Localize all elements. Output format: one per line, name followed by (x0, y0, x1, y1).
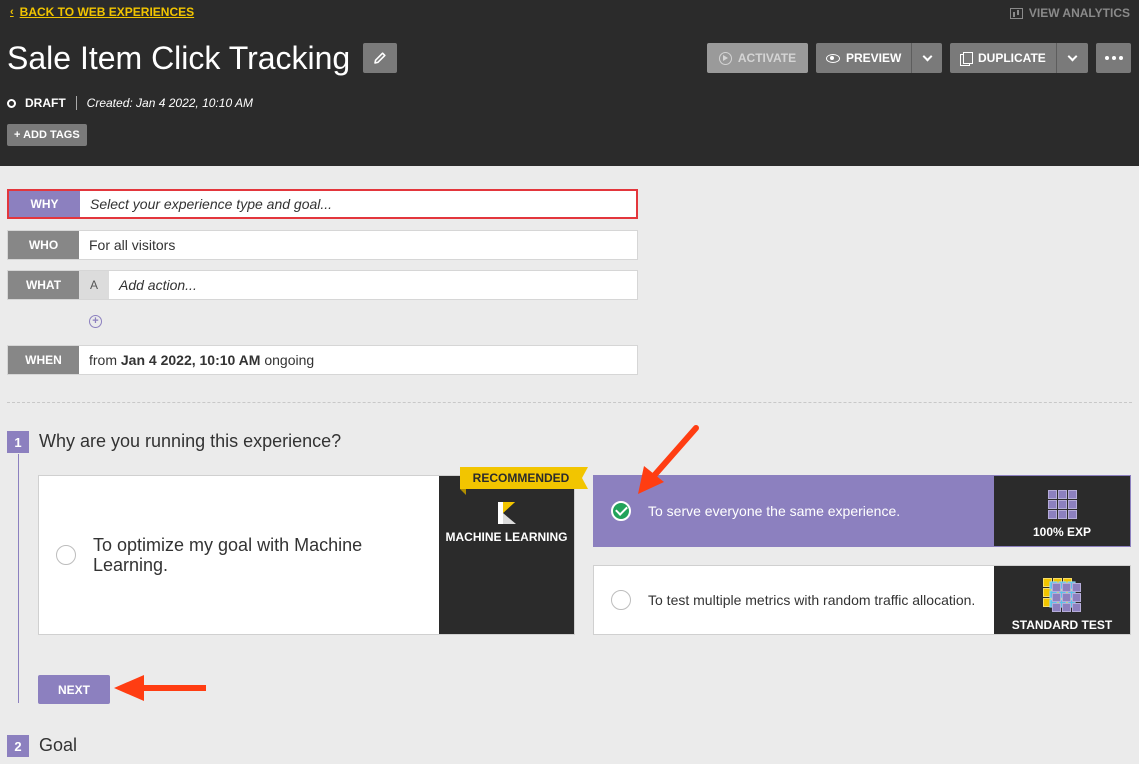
duplicate-button[interactable]: DUPLICATE (950, 43, 1056, 73)
step-1-title: Why are you running this experience? (39, 431, 342, 451)
option-standard-test[interactable]: To test multiple metrics with random tra… (593, 565, 1131, 635)
why-tag: WHY (9, 191, 80, 217)
multi-cube-icon (1043, 578, 1081, 612)
ellipsis-icon (1104, 56, 1123, 60)
variant-tag: A (79, 271, 109, 299)
why-value: Select your experience type and goal... (90, 196, 333, 212)
when-tag: WHEN (8, 346, 79, 374)
annotation-arrow-to-selected-option (638, 425, 699, 494)
option-ml-text: To optimize my goal with Machine Learnin… (93, 535, 363, 575)
activate-label: ACTIVATE (737, 51, 797, 65)
edit-title-button[interactable] (363, 43, 397, 73)
chevron-down-icon (922, 51, 933, 61)
when-date: Jan 4 2022, 10:10 AM (120, 352, 261, 368)
option-ml-side-label: MACHINE LEARNING (445, 530, 568, 544)
when-row[interactable]: WHEN from Jan 4 2022, 10:10 AM ongoing (7, 345, 638, 375)
page-title: Sale Item Click Tracking (7, 40, 351, 76)
radio-standard-test[interactable] (611, 590, 631, 610)
who-tag: WHO (8, 231, 79, 259)
back-link-label: BACK TO WEB EXPERIENCES (19, 5, 195, 19)
step-2-number: 2 (7, 735, 29, 757)
when-suffix: ongoing (264, 352, 315, 368)
status-row: DRAFT Created: Jan 4 2022, 10:10 AM (7, 96, 253, 110)
option-std-side-label: STANDARD TEST (1011, 618, 1113, 632)
option-ml-side: MACHINE LEARNING (439, 476, 574, 634)
analytics-icon (1009, 7, 1023, 19)
recommended-badge: RECOMMENDED (460, 467, 588, 495)
next-button[interactable]: NEXT (38, 675, 110, 704)
step-1-number: 1 (7, 431, 29, 453)
annotation-arrow-to-next-button (114, 675, 206, 701)
option-std-side: STANDARD TEST (994, 566, 1130, 634)
add-tags-button[interactable]: + ADD TAGS (7, 124, 87, 146)
when-prefix: from (89, 352, 117, 368)
view-analytics-label: VIEW ANALYTICS (1028, 6, 1130, 20)
preview-label: PREVIEW (846, 51, 902, 65)
status-separator (75, 96, 77, 110)
why-row[interactable]: WHY Select your experience type and goal… (7, 189, 638, 219)
who-row[interactable]: WHO For all visitors (7, 230, 638, 260)
duplicate-label: DUPLICATE (978, 51, 1046, 65)
option-std-text: To test multiple metrics with random tra… (648, 592, 976, 608)
step-1-connector-line (18, 454, 19, 703)
kibo-logo-icon (496, 502, 518, 524)
more-options-button[interactable] (1096, 43, 1131, 73)
who-value: For all visitors (89, 237, 176, 253)
activate-button[interactable]: ACTIVATE (707, 43, 808, 73)
preview-button-group: PREVIEW (816, 43, 942, 73)
section-divider (7, 402, 1132, 403)
preview-dropdown-toggle[interactable] (911, 43, 942, 73)
what-value: Add action... (119, 277, 197, 293)
when-value: from Jan 4 2022, 10:10 AM ongoing (79, 346, 314, 374)
what-tag: WHAT (8, 271, 79, 299)
eye-icon (826, 53, 840, 63)
experience-header: ‹ BACK TO WEB EXPERIENCES VIEW ANALYTICS… (0, 0, 1139, 166)
add-action-plus-icon[interactable]: + (89, 315, 102, 328)
back-to-web-experiences-link[interactable]: ‹ BACK TO WEB EXPERIENCES (10, 5, 194, 19)
option-machine-learning[interactable]: To optimize my goal with Machine Learnin… (38, 475, 575, 635)
created-timestamp: Created: Jan 4 2022, 10:10 AM (86, 96, 254, 110)
cube-icon (1047, 489, 1077, 519)
chevron-left-icon: ‹ (10, 6, 14, 18)
play-icon (718, 51, 732, 65)
option-exp-text: To serve everyone the same experience. (648, 503, 901, 519)
pencil-icon (374, 52, 386, 64)
chevron-down-icon (1067, 51, 1078, 61)
duplicate-dropdown-toggle[interactable] (1055, 43, 1088, 73)
what-row[interactable]: WHAT A Add action... (7, 270, 638, 300)
option-std-body: To test multiple metrics with random tra… (594, 566, 994, 634)
check-circle-icon[interactable] (611, 501, 631, 521)
preview-button[interactable]: PREVIEW (816, 43, 911, 73)
option-exp-side: 100% EXP (994, 476, 1130, 546)
option-exp-side-label: 100% EXP (1032, 524, 1092, 539)
copy-icon (960, 51, 973, 66)
duplicate-button-group: DUPLICATE (950, 43, 1088, 73)
radio-ml[interactable] (56, 545, 76, 565)
view-analytics-link[interactable]: VIEW ANALYTICS (1009, 6, 1130, 20)
status-badge: DRAFT (25, 96, 66, 110)
option-ml-body: To optimize my goal with Machine Learnin… (39, 476, 439, 634)
draft-status-icon (7, 98, 16, 108)
step-2-title: Goal (39, 735, 78, 755)
